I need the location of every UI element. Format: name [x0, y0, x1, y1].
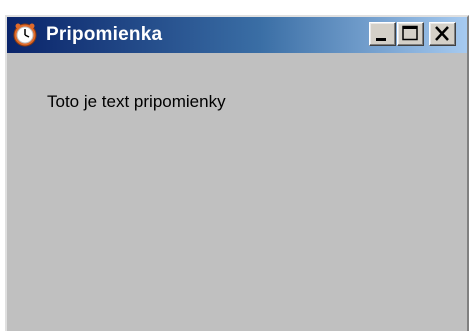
reminder-message: Toto je text pripomienky [47, 92, 226, 111]
close-button[interactable] [429, 22, 456, 46]
alarm-clock-icon[interactable] [12, 22, 38, 48]
maximize-button[interactable] [397, 22, 424, 46]
minimize-button[interactable] [369, 22, 396, 46]
reminder-window: Pripomienka Toto je text pripomienky [5, 15, 469, 331]
window-title: Pripomienka [46, 24, 163, 45]
title-bar[interactable]: Pripomienka [7, 17, 467, 53]
